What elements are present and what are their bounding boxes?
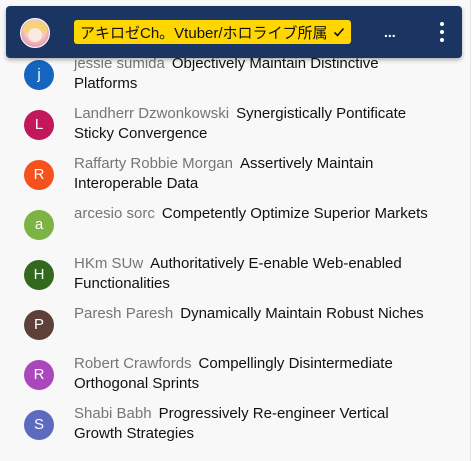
more-vert-icon[interactable] [434,20,450,44]
message-body: jessie sumida Objectively Maintain Distin… [74,54,429,94]
author-avatar[interactable]: L [24,110,54,140]
author-avatar[interactable]: H [24,260,54,290]
message-text: Competently Optimize Superior Markets [161,205,428,222]
author-avatar[interactable]: R [24,360,54,390]
message-body: Robert Crawfords Compellingly Disintermed… [74,354,429,394]
message-text: Dynamically Maintain Robust Niches [180,305,424,322]
chat-message: a arcesio sorc Competently Optimize Super… [0,200,470,250]
author-name[interactable]: Robert Crawfords [74,355,192,372]
chat-message: R Robert Crawfords Compellingly Disinterm… [0,350,470,400]
message-body: Landherr Dzwonkowski Synergistically Pont… [74,104,429,144]
chat-message: R Raffarty Robbie Morgan Assertively Main… [0,150,470,200]
author-avatar[interactable]: R [24,160,54,190]
message-body: Paresh Paresh Dynamically Maintain Robust… [74,304,429,324]
channel-header: アキロゼCh。Vtuber/ホロライブ所属 ... [6,6,462,58]
check-icon [333,27,344,37]
author-name[interactable]: Paresh Paresh [74,305,173,322]
author-avatar[interactable]: S [24,410,54,440]
message-body: HKm SUw Authoritatively E-enable Web-enab… [74,254,429,294]
channel-name-chip[interactable]: アキロゼCh。Vtuber/ホロライブ所属 [74,20,351,44]
chat-message: H HKm SUw Authoritatively E-enable Web-en… [0,250,470,300]
channel-name: アキロゼCh。Vtuber/ホロライブ所属 [80,24,328,42]
ellipsis-text: ... [384,24,396,40]
author-avatar[interactable]: j [24,60,54,90]
chat-message: L Landherr Dzwonkowski Synergistically Po… [0,100,470,150]
author-name[interactable]: Raffarty Robbie Morgan [74,155,233,172]
chat-message: S Shabi Babh Progressively Re-engineer Ve… [0,400,470,450]
author-name[interactable]: arcesio sorc [74,205,155,222]
chat-message: P Paresh Paresh Dynamically Maintain Robu… [0,300,470,350]
author-avatar[interactable]: P [24,310,54,340]
channel-avatar[interactable] [20,18,50,48]
author-name[interactable]: Landherr Dzwonkowski [74,105,229,122]
message-body: Shabi Babh Progressively Re-engineer Vert… [74,404,429,444]
message-body: arcesio sorc Competently Optimize Superio… [74,204,429,224]
author-name[interactable]: HKm SUw [74,255,143,272]
author-name[interactable]: Shabi Babh [74,405,152,422]
message-body: Raffarty Robbie Morgan Assertively Mainta… [74,154,429,194]
author-avatar[interactable]: a [24,210,54,240]
live-chat-panel: j jessie sumida Objectively Maintain Dist… [0,0,471,461]
